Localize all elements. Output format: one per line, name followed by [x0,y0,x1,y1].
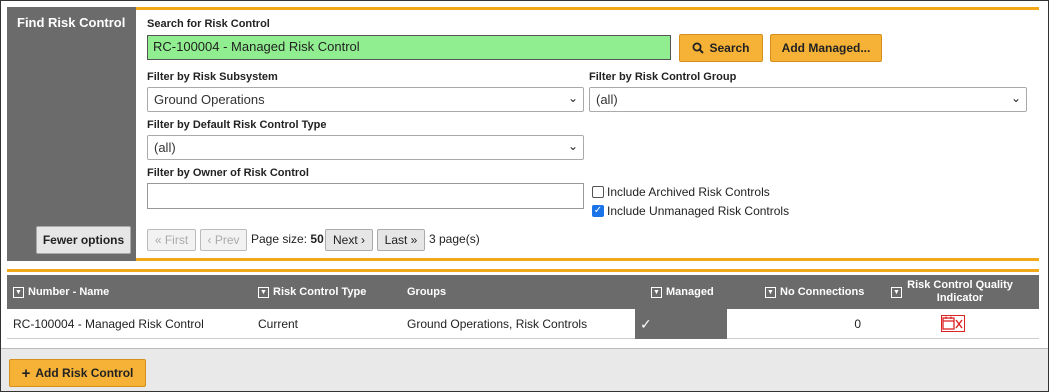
prev-page-button[interactable]: ‹ Prev [200,229,247,251]
column-filter-icon[interactable]: ▼ [13,286,24,298]
search-input[interactable]: RC-100004 - Managed Risk Control [147,35,671,60]
chevron-down-icon: ⌄ [567,91,578,105]
plus-icon: + [21,364,31,382]
add-risk-control-button[interactable]: + Add Risk Control [9,359,146,387]
include-unmanaged-option[interactable]: Include Unmanaged Risk Controls [592,204,789,218]
page-size-value: 50 [310,232,324,246]
subsystem-selected-value: Ground Operations [154,92,265,107]
search-button-label: Search [709,41,750,55]
include-archived-option[interactable]: Include Archived Risk Controls [592,185,770,199]
col-managed[interactable]: ▼ Managed [651,275,714,309]
col-groups[interactable]: Groups [407,275,446,309]
add-managed-button[interactable]: Add Managed... [770,34,882,62]
chevron-down-icon: ⌄ [567,139,578,153]
page-count: 3 page(s) [429,232,480,246]
find-panel: Find Risk Control Fewer options Search f… [7,7,1039,261]
cell-groups: Ground Operations, Risk Controls [407,317,588,331]
col-quality-label-1: Risk Control Quality [907,279,1013,291]
page-size-text: Page size: [251,232,308,246]
group-selected-value: (all) [596,92,618,107]
first-page-button[interactable]: « First [147,229,196,251]
fewer-options-button[interactable]: Fewer options [36,226,131,254]
next-page-button[interactable]: Next › [325,229,373,251]
group-filter-label: Filter by Risk Control Group [589,71,737,83]
last-page-button[interactable]: Last » [377,229,425,251]
column-filter-icon[interactable]: ▼ [258,286,269,298]
col-type-label: Risk Control Type [273,286,367,298]
include-archived-label: Include Archived Risk Controls [607,185,770,199]
cell-managed: ✓ [635,309,727,339]
panel-title: Find Risk Control [17,15,126,30]
col-quality-filter[interactable]: ▼ [891,275,906,309]
include-unmanaged-label: Include Unmanaged Risk Controls [607,204,790,218]
col-type[interactable]: ▼ Risk Control Type [258,275,366,309]
table-header: ▼ Number - Name ▼ Risk Control Type Grou… [7,275,1039,309]
calendar-x-icon-graphic [942,316,963,330]
col-no-connections[interactable]: ▼ No Connections [765,275,864,309]
col-groups-label: Groups [407,286,447,298]
column-filter-icon[interactable]: ▼ [891,286,902,298]
column-filter-icon[interactable]: ▼ [651,286,662,298]
owner-input[interactable] [147,183,584,209]
subsystem-filter-label: Filter by Risk Subsystem [147,71,278,83]
search-button[interactable]: Search [679,34,763,62]
footer-bar: + Add Risk Control [1,348,1048,391]
cell-type: Current [258,317,299,331]
type-select[interactable]: (all) ⌄ [147,135,584,160]
col-managed-label: Managed [666,286,714,298]
calendar-x-icon[interactable] [941,315,965,332]
cell-number-name[interactable]: RC-100004 - Managed Risk Control [13,309,204,339]
owner-filter-label: Filter by Owner of Risk Control [147,167,309,179]
window-frame: Find Risk Control Fewer options Search f… [0,0,1049,392]
include-unmanaged-checkbox[interactable] [592,205,604,217]
add-risk-control-label: Add Risk Control [35,366,134,380]
panel-body: Search for Risk Control RC-100004 - Mana… [136,7,1039,261]
col-no-connections-label: No Connections [780,286,865,298]
subsystem-select[interactable]: Ground Operations ⌄ [147,87,584,112]
chevron-down-icon: ⌄ [1010,91,1021,105]
page-size-label: Page size: 50 [251,232,324,246]
magnifier-icon [692,42,705,54]
col-quality-label-2: Indicator [936,292,984,304]
group-select[interactable]: (all) ⌄ [589,87,1027,112]
include-archived-checkbox[interactable] [592,186,604,198]
col-quality[interactable]: Risk Control Quality Indicator [907,275,1013,309]
search-label: Search for Risk Control [147,18,270,30]
cell-no-connections: 0 [854,317,861,331]
type-filter-label: Filter by Default Risk Control Type [147,119,327,131]
col-number-name[interactable]: ▼ Number - Name [13,275,109,309]
type-selected-value: (all) [154,140,176,155]
column-filter-icon[interactable]: ▼ [765,286,776,298]
results-table: ▼ Number - Name ▼ Risk Control Type Grou… [7,269,1039,343]
panel-sidebar: Find Risk Control Fewer options [7,7,136,261]
table-row[interactable]: RC-100004 - Managed Risk Control Current… [7,309,1039,339]
col-number-name-label: Number - Name [28,286,110,298]
